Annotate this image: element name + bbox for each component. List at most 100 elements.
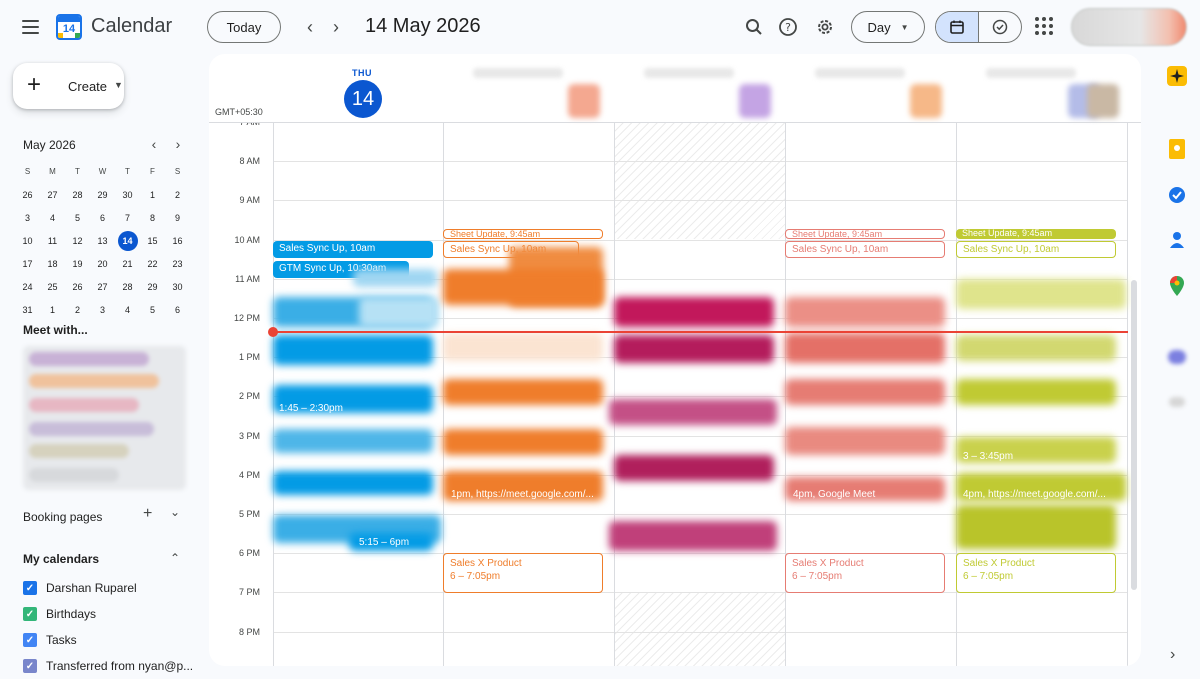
calendar-view-icon[interactable]	[936, 12, 979, 42]
mini-day[interactable]: 30	[115, 185, 140, 205]
mini-day[interactable]: 22	[140, 254, 165, 274]
apps-icon[interactable]	[1035, 17, 1053, 35]
maps-icon[interactable]	[1167, 276, 1187, 296]
calendar-list-item[interactable]: ✓ Tasks	[23, 633, 77, 647]
mini-day[interactable]: 19	[65, 254, 90, 274]
mini-day[interactable]: 27	[90, 277, 115, 297]
main-menu-button[interactable]	[14, 12, 46, 42]
my-calendars-label[interactable]: My calendars	[23, 552, 99, 566]
event-blurred[interactable]	[609, 399, 777, 425]
today-button[interactable]: Today	[207, 11, 281, 43]
event-blurred[interactable]	[273, 335, 433, 365]
calendar-logo-icon[interactable]: 14	[56, 14, 82, 40]
mini-day[interactable]: 10	[15, 231, 40, 251]
attendee-column-header[interactable]	[614, 54, 785, 122]
mini-day[interactable]: 27	[40, 185, 65, 205]
event-blurred[interactable]	[353, 269, 437, 287]
calendar-list-item[interactable]: ✓ Birthdays	[23, 607, 96, 621]
mini-day[interactable]: 21	[115, 254, 140, 274]
mini-day[interactable]: 9	[165, 208, 190, 228]
expand-side-panel-icon[interactable]: ›	[1170, 646, 1175, 664]
chevron-down-icon[interactable]: ⌄	[170, 505, 180, 519]
mini-day-today[interactable]: 14	[115, 230, 140, 251]
event-sheet-update[interactable]: Sheet Update, 9:45am	[785, 229, 945, 239]
add-booking-page-icon[interactable]: +	[143, 505, 152, 523]
keep-icon[interactable]	[1167, 139, 1187, 159]
mini-day[interactable]: 4	[115, 300, 140, 320]
addon-icon[interactable]	[1167, 347, 1187, 367]
meet-with-suggestions[interactable]	[23, 346, 186, 490]
event-blurred[interactable]	[614, 335, 774, 363]
booking-pages-label[interactable]: Booking pages	[23, 510, 102, 524]
event-blurred[interactable]	[956, 379, 1116, 405]
mini-day[interactable]: 8	[140, 208, 165, 228]
mini-day[interactable]: 29	[90, 185, 115, 205]
mini-day[interactable]: 17	[15, 254, 40, 274]
event-sales-x-product[interactable]: Sales X Product 6 – 7:05pm	[443, 553, 603, 593]
event-blurred[interactable]	[785, 297, 945, 327]
event-sales-sync-up[interactable]: Sales Sync Up, 10am	[785, 241, 945, 258]
mini-day[interactable]: 26	[65, 277, 90, 297]
previous-day-button[interactable]: ‹	[298, 15, 322, 39]
mini-day[interactable]: 28	[115, 277, 140, 297]
settings-icon[interactable]	[812, 14, 838, 40]
tasks-view-icon[interactable]	[979, 12, 1022, 42]
mini-day[interactable]: 5	[140, 300, 165, 320]
event-sales-x-product[interactable]: Sales X Product 6 – 7:05pm	[956, 553, 1116, 593]
mini-day[interactable]: 12	[65, 231, 90, 251]
mini-day[interactable]: 23	[165, 254, 190, 274]
event-blurred[interactable]	[443, 333, 603, 361]
day-number-button[interactable]: 14	[344, 80, 382, 118]
account-switcher[interactable]	[1071, 8, 1187, 46]
event-time-partial[interactable]: 3 – 3:45pm	[963, 451, 1013, 462]
mini-day[interactable]: 6	[90, 208, 115, 228]
mini-day[interactable]: 1	[40, 300, 65, 320]
mini-day[interactable]: 15	[140, 231, 165, 251]
search-icon[interactable]	[741, 14, 767, 40]
mini-day[interactable]: 4	[40, 208, 65, 228]
attendee-column-header[interactable]	[443, 54, 614, 122]
checkbox-checked-icon[interactable]: ✓	[23, 633, 37, 647]
mini-day[interactable]: 30	[165, 277, 190, 297]
event-blurred[interactable]	[614, 297, 774, 327]
event-blurred[interactable]	[785, 379, 945, 405]
mini-day[interactable]: 28	[65, 185, 90, 205]
event-blurred[interactable]	[785, 427, 945, 455]
event-blurred[interactable]	[614, 455, 774, 481]
mini-day[interactable]: 5	[65, 208, 90, 228]
checkbox-checked-icon[interactable]: ✓	[23, 659, 37, 673]
create-button[interactable]: + Create ▼	[13, 63, 124, 109]
event-blurred[interactable]	[443, 429, 603, 455]
calendar-list-item[interactable]: ✓ Darshan Ruparel	[23, 581, 137, 595]
chevron-up-icon[interactable]: ⌃	[170, 551, 180, 565]
mini-day[interactable]: 16	[165, 231, 190, 251]
event-blurred[interactable]	[443, 269, 603, 305]
event-blurred[interactable]	[956, 279, 1126, 309]
mini-day[interactable]: 1	[140, 185, 165, 205]
help-icon[interactable]: ?	[775, 14, 801, 40]
event-meet-partial[interactable]: 1pm, https://meet.google.com/...	[451, 489, 594, 500]
mini-day[interactable]: 3	[90, 300, 115, 320]
event-meet-partial[interactable]: 4pm, https://meet.google.com/...	[963, 489, 1106, 500]
mini-next-month-button[interactable]: ›	[170, 136, 186, 152]
event-time-partial[interactable]: 5:15 – 6pm	[359, 537, 409, 548]
event-blurred[interactable]	[273, 471, 433, 495]
event-sheet-update[interactable]: Sheet Update, 9:45am	[956, 229, 1116, 239]
event-blurred[interactable]	[956, 335, 1116, 361]
mini-day[interactable]: 13	[90, 231, 115, 251]
event-sales-sync-up[interactable]: Sales Sync Up, 10am	[956, 241, 1116, 258]
event-blurred[interactable]	[609, 521, 777, 551]
mini-prev-month-button[interactable]: ‹	[146, 136, 162, 152]
mini-day[interactable]: 25	[40, 277, 65, 297]
attendee-column-header[interactable]	[1087, 54, 1141, 122]
mini-day[interactable]: 31	[15, 300, 40, 320]
grid-scrollbar[interactable]	[1131, 280, 1137, 590]
checkbox-checked-icon[interactable]: ✓	[23, 607, 37, 621]
event-blurred[interactable]	[273, 429, 433, 453]
next-day-button[interactable]: ›	[324, 15, 348, 39]
event-sales-sync-up[interactable]: Sales Sync Up, 10am	[273, 241, 433, 258]
mini-day[interactable]: 7	[115, 208, 140, 228]
event-blurred[interactable]	[956, 505, 1116, 549]
event-blurred[interactable]	[443, 379, 603, 405]
workspace-app-icon[interactable]	[1167, 66, 1187, 86]
